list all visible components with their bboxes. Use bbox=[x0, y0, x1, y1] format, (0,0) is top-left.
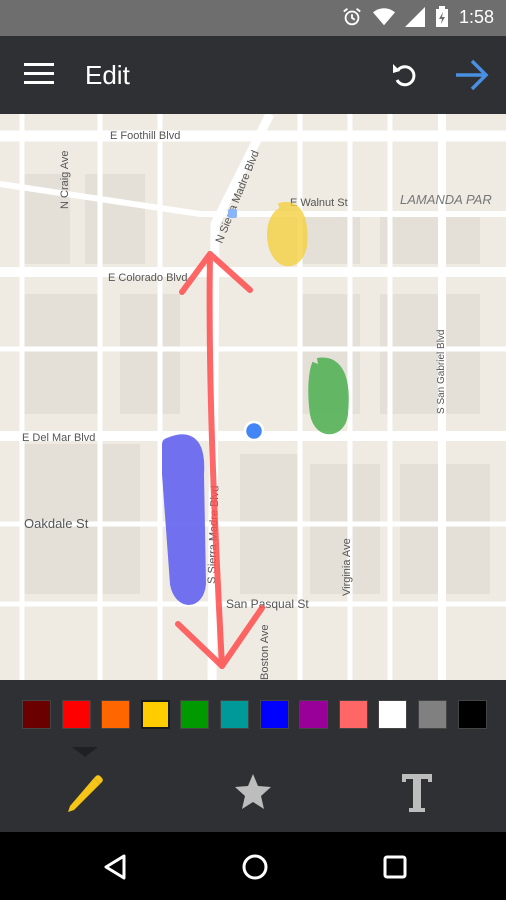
color-swatch[interactable] bbox=[339, 700, 368, 729]
color-swatch[interactable] bbox=[141, 700, 170, 729]
color-swatch[interactable] bbox=[299, 700, 328, 729]
signal-icon bbox=[404, 7, 425, 27]
map-drawing[interactable]: E Foothill Blvd N Craig Ave N Sierra Mad… bbox=[0, 114, 506, 680]
color-palette bbox=[0, 680, 506, 748]
map-canvas[interactable]: E Foothill Blvd N Craig Ave N Sierra Mad… bbox=[0, 114, 506, 680]
map-poi-marker bbox=[228, 209, 237, 218]
drawing-yellow-stroke bbox=[267, 202, 308, 267]
arrow-forward-icon[interactable] bbox=[454, 58, 490, 92]
text-icon bbox=[402, 774, 432, 812]
color-swatch[interactable] bbox=[260, 700, 289, 729]
status-bar: 1:58 bbox=[0, 0, 506, 36]
street-label: N Sierra Madre Blvd bbox=[214, 149, 262, 245]
street-label: Virginia Ave bbox=[341, 538, 353, 596]
street-label: E Colorado Blvd bbox=[108, 272, 188, 284]
color-swatch[interactable] bbox=[22, 700, 51, 729]
street-label: Oakdale St bbox=[24, 516, 89, 531]
menu-icon[interactable] bbox=[24, 61, 56, 87]
drawing-blue-stroke bbox=[162, 434, 206, 605]
color-swatch[interactable] bbox=[62, 700, 91, 729]
star-icon bbox=[235, 774, 271, 809]
system-nav-bar bbox=[0, 832, 506, 900]
color-swatch[interactable] bbox=[101, 700, 130, 729]
tab-pencil[interactable] bbox=[56, 766, 116, 818]
alarm-icon bbox=[343, 8, 361, 26]
back-icon[interactable] bbox=[100, 852, 130, 882]
street-label: N Craig Ave bbox=[59, 151, 71, 210]
color-swatch[interactable] bbox=[458, 700, 487, 729]
undo-icon[interactable] bbox=[390, 60, 420, 90]
color-swatch[interactable] bbox=[220, 700, 249, 729]
color-swatch[interactable] bbox=[378, 700, 407, 729]
pencil-icon bbox=[68, 775, 103, 812]
street-label: E Del Mar Blvd bbox=[22, 432, 95, 444]
tab-sticker[interactable] bbox=[228, 766, 288, 818]
home-icon[interactable] bbox=[240, 852, 270, 882]
recents-icon[interactable] bbox=[380, 852, 410, 882]
tab-indicator bbox=[72, 747, 98, 757]
color-swatch[interactable] bbox=[418, 700, 447, 729]
street-label: Boston Ave bbox=[259, 625, 271, 680]
app-toolbar: Edit bbox=[0, 36, 506, 114]
street-label: LAMANDA PAR bbox=[400, 192, 492, 207]
tab-text[interactable] bbox=[392, 766, 452, 818]
tool-tabs bbox=[0, 747, 506, 832]
wifi-icon bbox=[372, 8, 395, 26]
street-label: E Foothill Blvd bbox=[110, 130, 180, 142]
color-swatch[interactable] bbox=[180, 700, 209, 729]
current-location-dot bbox=[243, 420, 265, 442]
page-title: Edit bbox=[85, 60, 130, 90]
street-label: San Pasqual St bbox=[226, 597, 309, 611]
drawing-green-stroke bbox=[308, 357, 349, 435]
battery-icon bbox=[435, 6, 448, 27]
street-label: S San Gabriel Blvd bbox=[436, 330, 447, 415]
clock: 1:58 bbox=[458, 6, 494, 27]
